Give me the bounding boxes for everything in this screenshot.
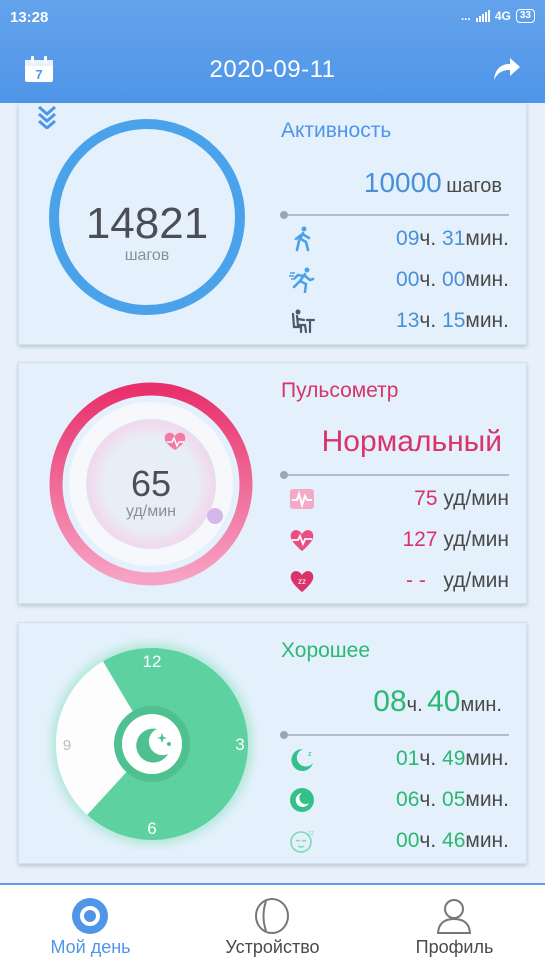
device-icon [255,898,289,934]
expand-down-icon[interactable] [37,105,57,129]
nav-my-day[interactable]: Мой день [0,885,181,969]
svg-text:zz: zz [298,577,306,586]
heart-rate-unit: уд/мин [125,503,177,520]
sitting-time: 13ч. 15мин. [396,309,509,332]
steps-unit: шагов [124,247,170,264]
network-type: 4G [494,9,511,23]
walking-icon [294,226,311,252]
nav-label-device: Устройство [225,937,320,957]
activity-row-walking: 09ч. 31мин. [289,223,509,255]
activity-title: Активность [281,119,392,142]
sleep-clock: 12 3 6 9 [52,644,252,844]
clock-label-6: 6 [147,819,156,838]
nav-label-profile: Профиль [415,937,494,957]
deep-sleep-time: 06ч. 05мин. [396,788,509,811]
deep-sleep-icon [290,788,314,812]
sleep-row-light: z 01ч. 49мин. [289,743,509,775]
date-title[interactable]: 2020-09-11 [0,56,545,84]
moon-icon: z [291,748,313,771]
pulse-status: Нормальный [321,425,502,458]
activity-card[interactable]: 14821 шагов Активность 10000 шагов 09ч. … [18,103,527,345]
clock-label-9: 9 [63,737,71,754]
nav-label-my-day: Мой день [50,937,131,957]
clock-label-12: 12 [143,652,162,671]
pulse-row-resting: 75 уд/мин [289,483,509,515]
nav-device[interactable]: Устройство [182,885,363,969]
max-heart-rate: 127 уд/мин [402,528,509,551]
sleep-total: 08ч. 40мин. [373,685,502,718]
bottom-nav: Мой день Устройство Профиль [0,883,545,969]
pulse-wave-icon [290,489,314,509]
notification-dots: ... [460,9,471,23]
svg-text:z: z [308,751,312,758]
steps-count: 14821 [85,199,209,248]
heart-rate-icon [290,530,314,551]
activity-row-running: 00ч. 00мин. [289,264,509,296]
share-icon[interactable] [493,56,521,82]
svg-text:zz: zz [308,831,314,837]
walking-time: 09ч. 31мин. [396,227,509,250]
goal-value: 10000 [363,167,442,198]
signal-icon [475,10,490,22]
steps-goal: 10000 шагов [364,167,502,199]
goal-unit: шагов [446,175,502,197]
running-time: 00ч. 00мин. [396,268,509,291]
sitting-icon [291,309,315,334]
sleep-row-awake: zz 00ч. 46мин. [289,825,509,857]
running-icon [289,267,315,293]
sleep-row-deep: 06ч. 05мин. [289,784,509,816]
sleep-heart-rate: - - уд/мин [406,569,509,592]
resting-heart-rate: 75 уд/мин [414,487,509,510]
heart-sleep-icon: zz [290,571,314,592]
activity-row-sitting: 13ч. 15мин. [289,305,509,337]
pulse-card[interactable]: 65 уд/мин Пульсометр Нормальный 75 уд/ми… [18,362,527,604]
status-indicators: ... 4G 33 [461,9,535,23]
battery-icon: 33 [515,9,535,23]
pulse-row-sleep: zz - - уд/мин [289,565,509,597]
pulse-title: Пульсометр [281,379,399,402]
awake-time: 00ч. 46мин. [396,829,509,852]
activity-progress-track [280,211,509,219]
my-day-icon [72,898,108,934]
sleepy-face-icon: zz [290,831,314,853]
clock-label-3: 3 [235,735,244,754]
sleep-card[interactable]: 12 3 6 9 Хорошее 08ч. 40мин. z 01ч. 49ми… [18,622,527,864]
pulse-progress-track [280,471,509,479]
pulse-row-max: 127 уд/мин [289,524,509,556]
nav-profile[interactable]: Профиль [364,885,545,969]
profile-icon [436,899,472,934]
heart-rate-value: 65 [130,463,172,504]
top-app-bar: 13:28 ... 4G 33 7 2020-09-11 [0,0,545,103]
sleep-title: Хорошее [281,639,371,662]
sleep-progress-track [280,731,509,739]
light-sleep-time: 01ч. 49мин. [396,747,509,770]
status-time: 13:28 [10,9,49,26]
